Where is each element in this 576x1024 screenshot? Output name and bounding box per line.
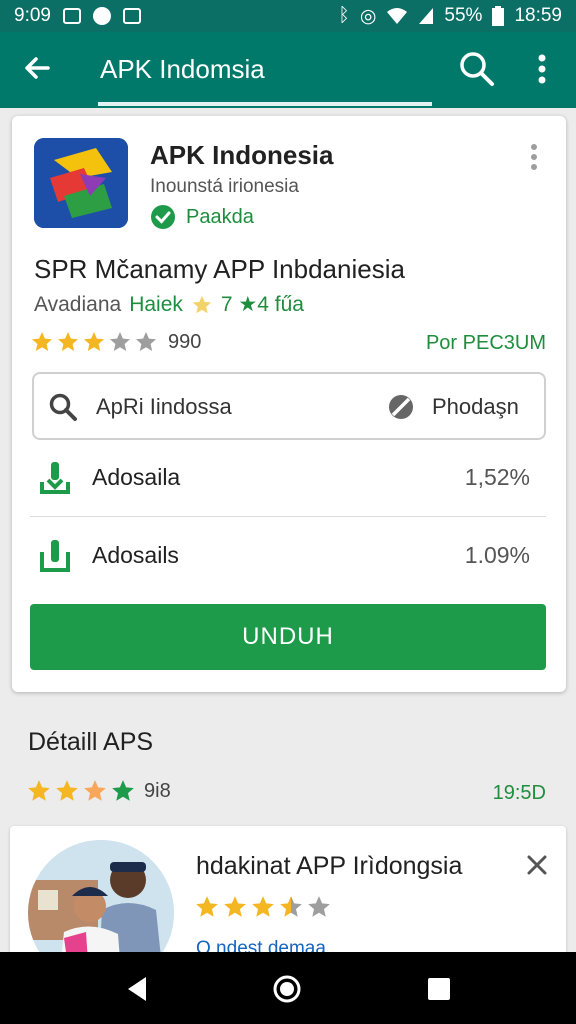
status-time: 18:59: [514, 5, 562, 26]
star-icon: [56, 780, 78, 801]
wifi-icon: [387, 8, 408, 24]
app-bar-title: APK Indomsia: [100, 54, 265, 84]
signal-icon: [419, 8, 434, 24]
system-nav-bar: [0, 952, 576, 1024]
search-option-label[interactable]: Phodaşn: [432, 394, 519, 420]
battery-percent: 55%: [444, 5, 483, 26]
star-icon: [196, 896, 218, 917]
star-icon: [308, 896, 330, 917]
search-icon[interactable]: [458, 50, 496, 88]
app-headline: SPR Mčanamy APP Inbdaniesia: [34, 254, 405, 284]
nav-back-icon[interactable]: [122, 974, 152, 1004]
status-time-left: 9:09: [14, 5, 51, 26]
check-circle-icon: [151, 205, 175, 229]
details-title: Détaill APS: [28, 728, 154, 756]
card-more-icon[interactable]: [526, 142, 542, 172]
photo-notification-icon: [62, 8, 81, 24]
close-icon[interactable]: [526, 854, 548, 876]
subline-suffix: 7 ★4 fűa: [220, 293, 304, 316]
app-name: APK Indonesia: [150, 140, 334, 170]
vibrate-icon: ◎: [359, 5, 377, 27]
related-app-card[interactable]: hdakinat APP Irìdongsia Q ndest demaa: [10, 826, 566, 966]
verified-badge: Paakda: [150, 204, 254, 230]
download-icon: [40, 462, 70, 494]
status-bar: 9:09 ᛒ ◎ 55% 18:59: [0, 0, 576, 32]
related-app-title: hdakinat APP Irìdongsia: [196, 852, 463, 880]
star-rating: [30, 330, 158, 354]
star-icon: [136, 332, 156, 351]
rating-row: 990: [30, 330, 201, 354]
star-icon: [58, 332, 78, 351]
developer-name[interactable]: Inounstá irionesia: [150, 176, 299, 198]
status-left: 9:09: [14, 5, 141, 27]
nav-home-icon[interactable]: [272, 974, 302, 1004]
star-icon: [224, 896, 246, 917]
star-icon: [84, 780, 106, 801]
star-icon: [252, 896, 274, 917]
blocked-icon: [389, 395, 413, 419]
star-icon: [112, 780, 134, 801]
related-app-photo: [28, 840, 174, 966]
download-button[interactable]: UNDUH: [30, 604, 546, 670]
verified-label: Paakda: [186, 205, 254, 228]
app-subline: Avadiana Haiek 7 ★4 fűa: [34, 292, 304, 317]
search-field[interactable]: ApRi Iindossa Phodaşn: [32, 372, 546, 440]
star-icon: [28, 780, 50, 801]
star-icon: [280, 896, 302, 917]
divider: [30, 516, 546, 517]
download-percent: 1,52%: [464, 464, 530, 490]
rating-count: 990: [168, 330, 202, 353]
app-bar: APK Indomsia: [0, 32, 576, 108]
related-star-rating: [194, 894, 332, 920]
download-row[interactable]: Adosails 1.09%: [30, 518, 546, 594]
download-percent: 1.09%: [464, 542, 530, 568]
star-icon: [84, 332, 104, 351]
details-rating-count: 9i8: [144, 779, 171, 802]
download-icon: [40, 540, 70, 572]
app-logo-icon[interactable]: [34, 138, 128, 228]
battery-icon: [492, 6, 505, 26]
star-icon: [110, 332, 130, 351]
rating-right-label[interactable]: Por PEC3UM: [426, 332, 546, 355]
star-icon: [192, 295, 212, 313]
status-right: ᛒ ◎ 55% 18:59: [338, 5, 562, 28]
more-vert-icon[interactable]: [530, 50, 554, 88]
search-icon: [49, 393, 77, 421]
details-right-label: 19:5D: [492, 782, 546, 804]
download-name: Adosaila: [92, 464, 181, 490]
app-notification-icon: [92, 7, 111, 25]
subline-prefix: Avadiana: [34, 292, 122, 316]
details-rating: 9i8: [26, 778, 171, 804]
bluetooth-icon: ᛒ: [338, 5, 350, 26]
app-card: APK Indonesia Inounstá irionesia Paakda …: [12, 116, 566, 692]
tab-indicator: [98, 102, 432, 106]
download-row[interactable]: Adosaila 1,52%: [30, 440, 546, 516]
nav-recents-icon[interactable]: [424, 974, 454, 1004]
camera-notification-icon: [122, 8, 141, 24]
subline-highlight[interactable]: Haiek: [129, 293, 183, 317]
download-name: Adosails: [92, 542, 179, 568]
back-arrow-icon[interactable]: [20, 50, 56, 86]
search-placeholder: ApRi Iindossa: [96, 394, 232, 419]
star-icon: [32, 332, 52, 351]
